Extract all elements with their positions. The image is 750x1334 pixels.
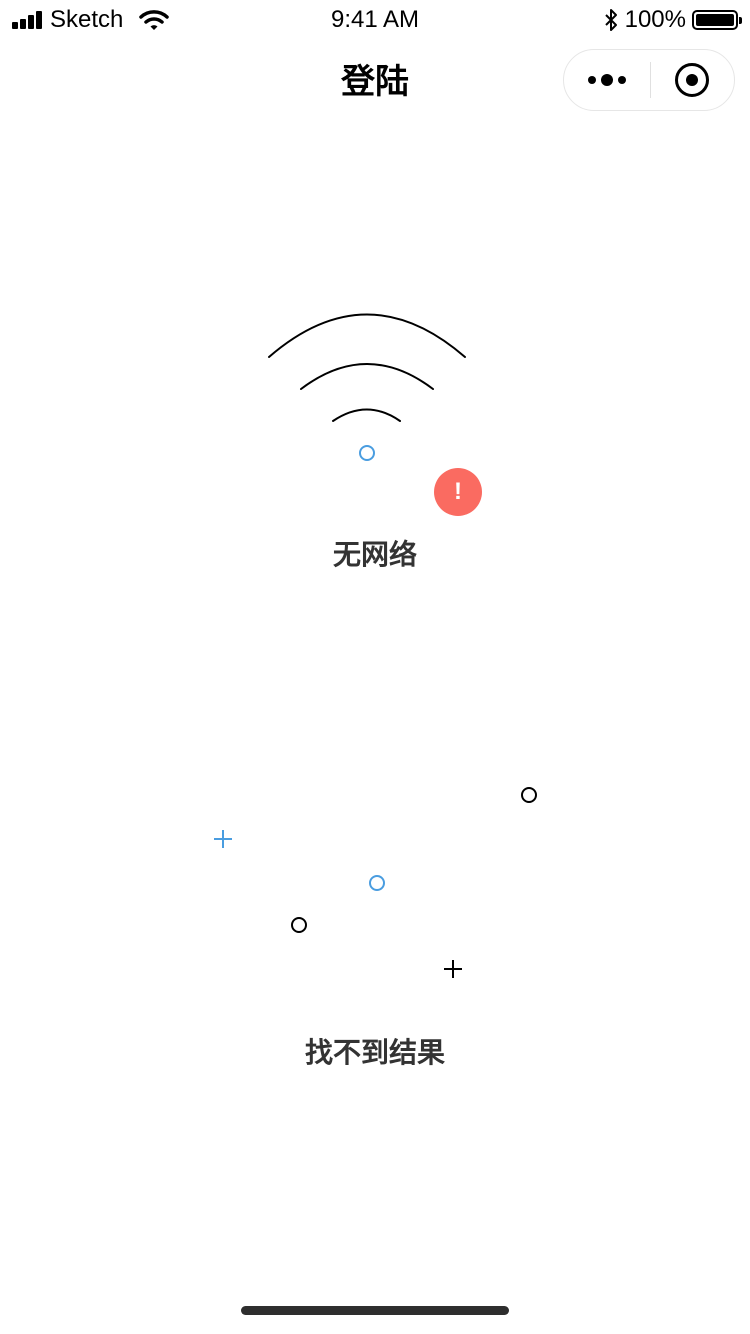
wifi-arc-inner bbox=[332, 408, 401, 422]
more-dots-icon bbox=[588, 76, 596, 84]
more-dots-icon bbox=[618, 76, 626, 84]
battery-icon bbox=[692, 10, 742, 30]
no-result-label: 找不到结果 bbox=[304, 1037, 445, 1068]
mini-program-capsule bbox=[563, 49, 735, 111]
no-network-label: 无网络 bbox=[332, 539, 417, 570]
empty-result-icon bbox=[214, 787, 537, 978]
deco-circle-blue bbox=[369, 875, 385, 891]
battery-percent: 100% bbox=[624, 6, 686, 33]
more-dots-icon bbox=[601, 74, 613, 86]
error-badge: ! bbox=[434, 468, 482, 516]
deco-plus-black bbox=[444, 960, 462, 978]
wifi-dot bbox=[359, 445, 375, 461]
status-bar: Sketch 9:41 AM 100% bbox=[0, 0, 750, 40]
more-button[interactable] bbox=[564, 50, 650, 110]
bluetooth-icon bbox=[604, 9, 617, 31]
wifi-arc-middle bbox=[300, 363, 434, 390]
capsule-divider bbox=[650, 62, 651, 98]
deco-circle-black-top bbox=[521, 787, 537, 803]
status-right: 100% bbox=[603, 6, 742, 34]
record-circle-icon[interactable] bbox=[675, 63, 709, 97]
battery-fill bbox=[696, 14, 734, 26]
deco-circle-black-bottom bbox=[291, 917, 307, 933]
wifi-arc-outer bbox=[268, 313, 466, 358]
deco-plus-blue bbox=[214, 830, 232, 848]
home-indicator[interactable] bbox=[241, 1306, 509, 1315]
